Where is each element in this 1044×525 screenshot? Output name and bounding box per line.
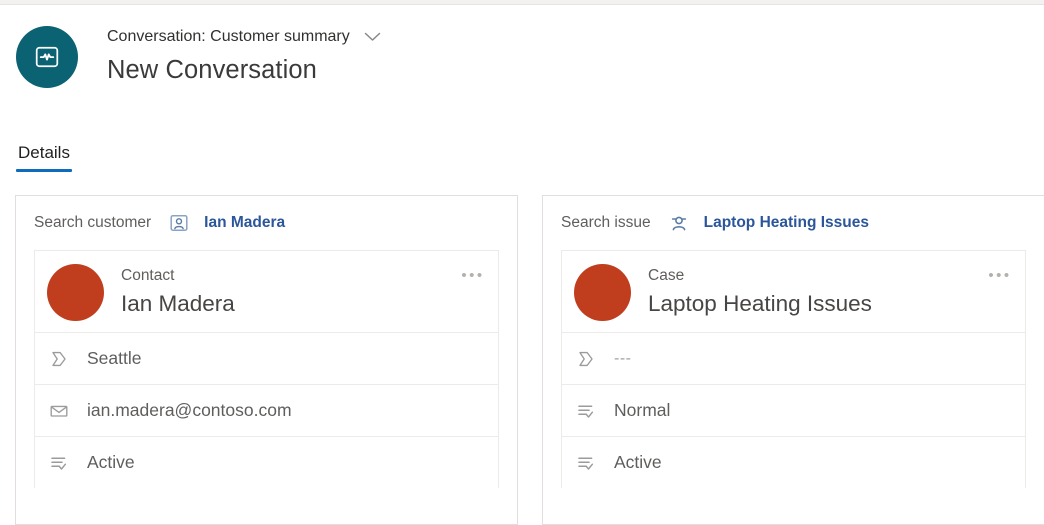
case-record-header: Case Laptop Heating Issues •••: [562, 251, 1025, 332]
contact-card-glyph: [170, 215, 188, 231]
customer-search-row: Search customer Ian Madera: [16, 196, 517, 250]
issue-panel: Search issue Laptop Heating Issues Case …: [542, 195, 1044, 525]
case-record-name: Laptop Heating Issues: [648, 291, 872, 316]
contact-header-text: Contact Ian Madera: [121, 264, 235, 319]
case-agent-glyph: [671, 216, 686, 231]
chevron-down-icon[interactable]: [362, 26, 384, 48]
case-header-text: Case Laptop Heating Issues: [648, 264, 872, 319]
case-status-value: Active: [614, 452, 662, 472]
header-text-block: Conversation: Customer summary New Conve…: [107, 20, 384, 85]
contact-card-icon: [168, 212, 190, 234]
tag-icon: [574, 347, 598, 371]
customer-search-label: Search customer: [34, 214, 152, 231]
page-title: New Conversation: [107, 56, 317, 84]
issue-search-row: Search issue Laptop Heating Issues: [543, 196, 1044, 250]
record-header: Conversation: Customer summary New Conve…: [16, 20, 384, 98]
case-subject-value: ---: [614, 349, 632, 367]
contact-overflow-menu-button[interactable]: •••: [460, 264, 486, 286]
contact-record-header: Contact Ian Madera •••: [35, 251, 498, 332]
contact-attribute-row-address: Seattle: [35, 332, 498, 384]
case-attribute-row-status: Active: [562, 436, 1025, 488]
contact-avatar: [47, 264, 104, 321]
tag-icon: [47, 347, 71, 371]
tab-strip: Details: [16, 138, 72, 172]
customer-search-value[interactable]: Ian Madera: [204, 214, 285, 232]
contact-record-name: Ian Madera: [121, 291, 235, 316]
case-attribute-row-subject: ---: [562, 332, 1025, 384]
issue-search-label: Search issue: [561, 214, 651, 231]
top-toolbar-edge: [0, 0, 1044, 5]
case-entity-type: Case: [648, 267, 685, 284]
mail-glyph: [50, 405, 68, 417]
tag-glyph: [52, 351, 66, 366]
tab-details[interactable]: Details: [16, 143, 72, 172]
contact-status-value: Active: [87, 452, 135, 472]
contact-entity-type: Contact: [121, 267, 175, 284]
conversation-avatar: [16, 26, 78, 88]
case-priority-value: Normal: [614, 400, 671, 420]
issue-search-value[interactable]: Laptop Heating Issues: [704, 214, 869, 232]
case-record-card: Case Laptop Heating Issues ••• --- Norma…: [561, 250, 1026, 488]
breadcrumb: Conversation: Customer summary: [107, 26, 384, 48]
case-avatar: [574, 264, 631, 321]
status-list-icon: [574, 451, 598, 475]
mail-icon: [47, 399, 71, 423]
status-list-glyph: [578, 405, 594, 418]
contact-record-card: Contact Ian Madera ••• Seattle ian.mader…: [34, 250, 499, 488]
status-list-icon: [574, 399, 598, 423]
contact-email-value: ian.madera@contoso.com: [87, 400, 292, 420]
chevron-down-glyph: [365, 32, 381, 41]
status-list-glyph: [51, 457, 67, 470]
conversation-icon: [35, 46, 59, 68]
case-attribute-row-priority: Normal: [562, 384, 1025, 436]
contact-address-value: Seattle: [87, 348, 142, 368]
tag-glyph: [579, 351, 593, 366]
customer-panel: Search customer Ian Madera Contact Ian M…: [15, 195, 518, 525]
contact-attribute-row-status: Active: [35, 436, 498, 488]
contact-attribute-row-email: ian.madera@contoso.com: [35, 384, 498, 436]
status-list-icon: [47, 451, 71, 475]
case-agent-icon: [668, 212, 690, 234]
breadcrumb-label: Conversation: Customer summary: [107, 28, 350, 45]
status-list-glyph: [578, 457, 594, 470]
case-overflow-menu-button[interactable]: •••: [987, 264, 1013, 286]
details-panels: Search customer Ian Madera Contact Ian M…: [15, 195, 1044, 525]
